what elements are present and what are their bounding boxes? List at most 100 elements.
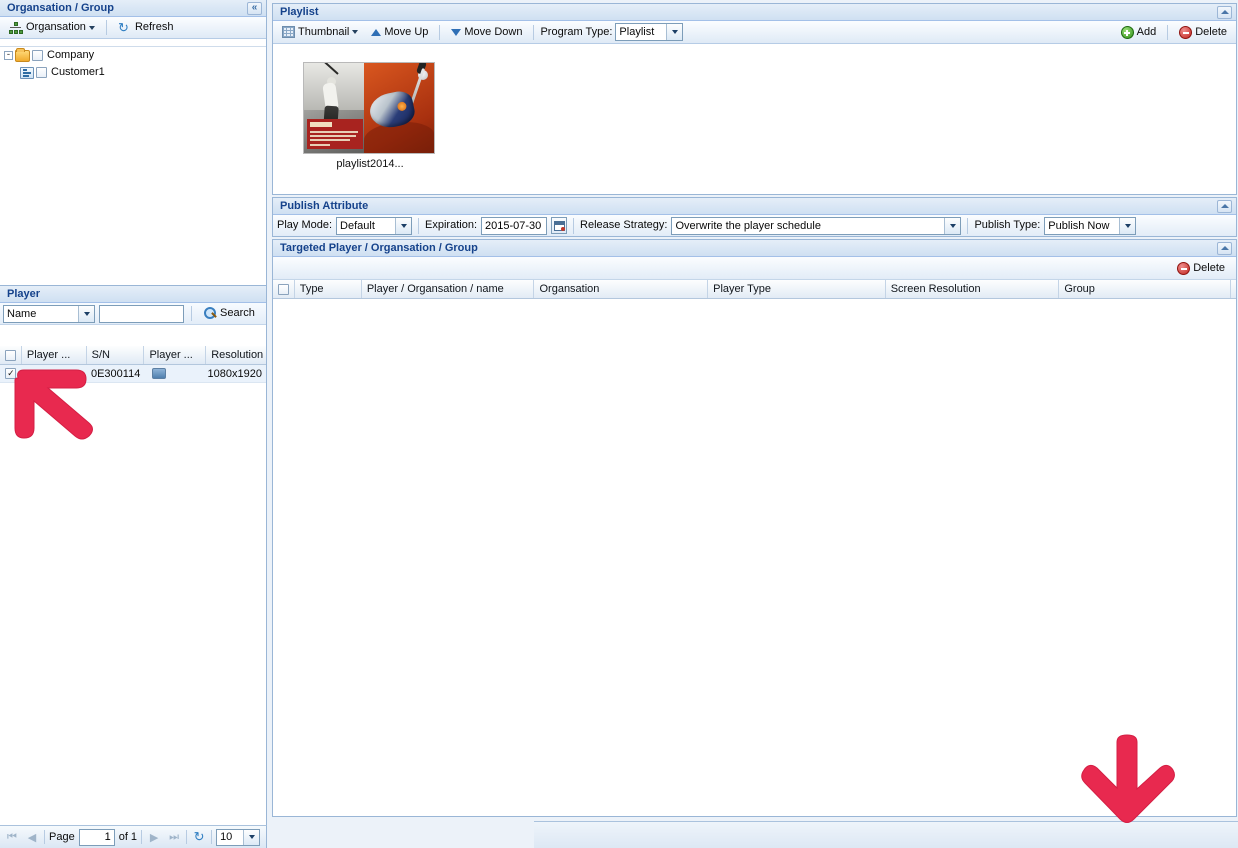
player-search-field-value: Name (7, 306, 78, 322)
chevron-down-icon (352, 30, 358, 34)
player-col-sn[interactable]: S/N (87, 346, 145, 364)
tree-checkbox-company[interactable] (32, 50, 43, 61)
move-down-button[interactable]: Move Down (446, 24, 527, 41)
refresh-button[interactable]: ↻ Refresh (113, 19, 179, 36)
targeted-player-panel: Targeted Player / Organsation / Group De… (272, 239, 1237, 817)
arrow-down-icon (451, 29, 461, 36)
player-search-button[interactable]: Search (199, 305, 260, 322)
player-row-resolution: 1080x1920 (205, 365, 266, 382)
expiration-input[interactable] (481, 217, 547, 235)
publish-type-select[interactable]: Publish Now (1044, 217, 1136, 235)
playlist-delete-label: Delete (1195, 26, 1227, 39)
program-type-select[interactable]: Playlist (615, 23, 683, 41)
add-circle-icon (1121, 26, 1134, 39)
player-col-resolution[interactable]: Resolution (206, 346, 266, 364)
tree-node-company[interactable]: - Company (0, 47, 266, 64)
tree-node-customer1[interactable]: Customer1 (0, 64, 266, 81)
playlist-item-caption: playlist2014... (303, 158, 437, 170)
player-search-field-select[interactable]: Name (3, 305, 95, 323)
thumbnail-caption-block (307, 119, 363, 149)
collapse-up-icon[interactable] (1217, 200, 1232, 213)
toolbar-separator (106, 20, 107, 35)
publish-panel-header: Publish Attribute (273, 198, 1236, 215)
player-grid: Player ... S/N Player ... Resolution ✓ 1… (0, 346, 266, 825)
player-row-sn: 0E300114 (86, 365, 143, 382)
target-col-player-type[interactable]: Player Type (708, 280, 886, 298)
player-select-all-header (0, 346, 22, 364)
move-down-label: Move Down (464, 26, 522, 39)
paging-separator (141, 830, 142, 844)
play-mode-select[interactable]: Default (336, 217, 412, 235)
collapse-up-icon[interactable] (1217, 242, 1232, 255)
playlist-item[interactable]: playlist2014... (303, 62, 437, 170)
target-col-name[interactable]: Player / Organsation / name (362, 280, 535, 298)
target-col-screen-resolution[interactable]: Screen Resolution (886, 280, 1060, 298)
first-page-icon[interactable]: ⏮ (4, 829, 20, 845)
organisation-menu-button[interactable]: Organsation (4, 19, 100, 36)
playlist-panel: Playlist Thumbnail Move Up Move Down (272, 3, 1237, 195)
organisation-panel-header: Organsation / Group « (0, 0, 266, 17)
publish-panel-title: Publish Attribute (277, 201, 1217, 212)
target-grid-header: Type Player / Organsation / name Organsa… (273, 280, 1236, 299)
add-button[interactable]: Add (1116, 24, 1162, 41)
next-page-icon[interactable]: ▶ (146, 829, 162, 845)
player-row-type-cell (143, 365, 204, 382)
player-row-checkbox[interactable]: ✓ (5, 368, 16, 379)
target-col-type[interactable]: Type (295, 280, 362, 298)
calendar-icon[interactable] (551, 217, 567, 234)
target-delete-button[interactable]: Delete (1172, 260, 1230, 277)
delete-circle-icon (1177, 262, 1190, 275)
target-panel-header: Targeted Player / Organsation / Group (273, 240, 1236, 257)
player-panel-header: Player (0, 286, 266, 303)
move-up-button[interactable]: Move Up (366, 24, 433, 41)
prev-page-icon[interactable]: ◀ (24, 829, 40, 845)
target-col-group[interactable]: Group (1059, 280, 1231, 298)
playlist-toolbar: Thumbnail Move Up Move Down Program Type… (273, 21, 1236, 44)
target-col-organisation[interactable]: Organsation (534, 280, 708, 298)
collapse-up-icon[interactable] (1217, 6, 1232, 19)
target-panel-title: Targeted Player / Organsation / Group (277, 243, 1217, 254)
expiration-label: Expiration: (425, 218, 477, 233)
target-toolbar: Delete (273, 257, 1236, 280)
program-type-label: Program Type: (540, 25, 612, 40)
player-panel: Player Name Search Pla (0, 285, 267, 825)
organisation-icon (9, 22, 23, 34)
player-row-select-cell: ✓ (0, 365, 22, 382)
tree-checkbox-customer1[interactable] (36, 67, 47, 78)
player-grid-row[interactable]: ✓ 10 0E300114 1080x1920 (0, 365, 266, 383)
playlist-panel-title: Playlist (277, 7, 1217, 18)
page-number-input[interactable] (79, 829, 115, 846)
thumbnail-left-photo (304, 63, 366, 153)
list-icon (20, 67, 34, 79)
player-search-input[interactable] (99, 305, 184, 323)
chevron-down-icon (944, 218, 960, 234)
publish-attribute-panel: Publish Attribute Play Mode: Default Exp… (272, 197, 1237, 237)
player-col-name[interactable]: Player ... (22, 346, 87, 364)
thumbnail-view-button[interactable]: Thumbnail (277, 24, 363, 41)
tree-label-company: Company (45, 49, 94, 62)
chevron-down-icon (243, 830, 259, 845)
paging-refresh-icon[interactable]: ↻ (191, 829, 207, 845)
add-label: Add (1137, 26, 1157, 39)
player-col-type[interactable]: Player ... (144, 346, 206, 364)
chevron-down-icon (89, 26, 95, 30)
playlist-items-area: playlist2014... (273, 45, 1236, 194)
release-strategy-label: Release Strategy: (580, 218, 667, 233)
target-col-filler (1231, 280, 1236, 298)
select-all-checkbox[interactable] (5, 350, 16, 361)
search-icon (204, 307, 217, 320)
tree-expander-icon[interactable]: - (4, 51, 13, 60)
field-separator (418, 218, 419, 234)
last-page-icon[interactable]: ⏭ (166, 829, 182, 845)
organisation-menu-label: Organsation (26, 21, 86, 34)
page-size-select[interactable]: 10 (216, 829, 260, 846)
chevron-down-icon (395, 218, 411, 234)
paging-separator (211, 830, 212, 844)
target-select-all-checkbox[interactable] (278, 284, 289, 295)
target-select-all-header (273, 280, 295, 298)
playlist-delete-button[interactable]: Delete (1174, 24, 1232, 41)
program-type-value: Playlist (619, 24, 666, 40)
play-mode-value: Default (340, 218, 395, 234)
release-strategy-select[interactable]: Overwrite the player schedule (671, 217, 961, 235)
chevron-double-left-icon[interactable]: « (247, 2, 262, 15)
